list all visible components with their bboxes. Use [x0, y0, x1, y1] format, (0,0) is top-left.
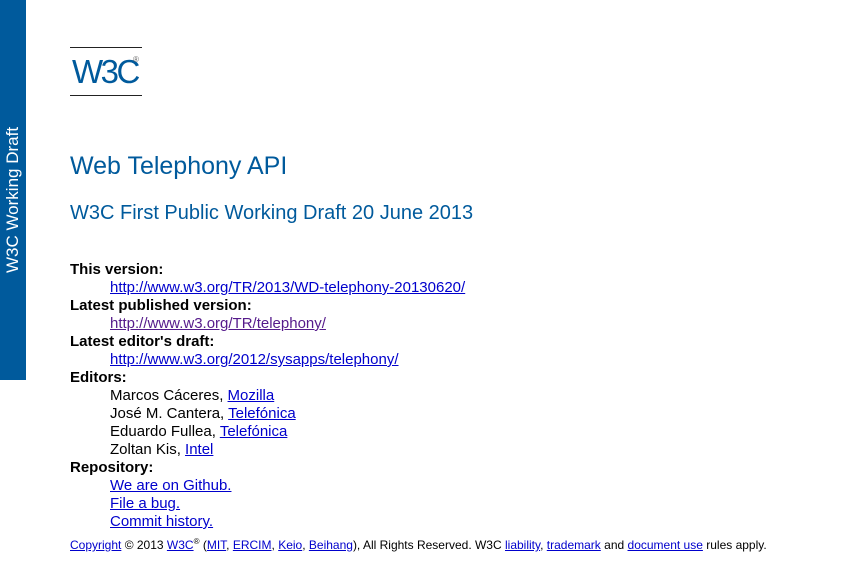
w3c-logo[interactable]: W3C ® — [70, 47, 142, 96]
editor-entry: Zoltan Kis, Intel — [110, 441, 770, 459]
ercim-link[interactable]: ERCIM — [233, 538, 272, 552]
github-link[interactable]: We are on Github. — [110, 477, 231, 494]
editor-name: Eduardo Fullea, — [110, 423, 220, 440]
w3c-logo-text: W3C — [72, 53, 140, 90]
registered-mark: ® — [133, 55, 139, 64]
footer-text: , — [302, 538, 309, 552]
footer-text: ), All Rights Reserved. W3C — [352, 538, 505, 552]
file-bug-link[interactable]: File a bug. — [110, 495, 180, 512]
footer-text: and — [600, 538, 628, 552]
editors-label: Editors: — [70, 369, 127, 386]
status-banner-text: W3C Working Draft — [3, 126, 22, 274]
editor-name: José M. Cantera, — [110, 405, 229, 422]
editor-org-link[interactable]: Telefónica — [220, 423, 288, 440]
copyright-footer: Copyright © 2013 W3C® (MIT, ERCIM, Keio,… — [70, 537, 767, 552]
latest-published-link[interactable]: http://www.w3.org/TR/telephony/ — [110, 315, 326, 332]
page-title: Web Telephony API — [70, 152, 288, 180]
w3c-status-banner: W3C Working Draft — [0, 0, 26, 380]
commit-history-link[interactable]: Commit history. — [110, 513, 213, 530]
editor-org-link[interactable]: Mozilla — [228, 387, 275, 404]
footer-text: ( — [199, 538, 207, 552]
footer-text: , — [540, 538, 547, 552]
latest-published-label: Latest published version: — [70, 297, 252, 314]
trademark-link[interactable]: trademark — [547, 538, 601, 552]
document-use-link[interactable]: document use — [628, 538, 703, 552]
editor-entry: Eduardo Fullea, Telefónica — [110, 423, 770, 441]
editor-org-link[interactable]: Intel — [185, 441, 213, 458]
editor-name: Zoltan Kis, — [110, 441, 186, 458]
footer-text: rules apply. — [702, 538, 767, 552]
latest-draft-label: Latest editor's draft: — [70, 333, 215, 350]
w3c-link[interactable]: W3C — [167, 538, 194, 552]
editor-name: Marcos Cáceres, — [110, 387, 228, 404]
this-version-label: This version: — [70, 261, 164, 278]
editor-org-link[interactable]: Telefónica — [228, 405, 296, 422]
copyright-year: © 2013 — [121, 538, 167, 552]
this-version-link[interactable]: http://www.w3.org/TR/2013/WD-telephony-2… — [110, 279, 465, 296]
repository-label: Repository: — [70, 459, 154, 476]
footer-text: , — [226, 538, 233, 552]
keio-link[interactable]: Keio — [278, 538, 302, 552]
document-metadata: This version: http://www.w3.org/TR/2013/… — [70, 261, 770, 531]
editor-entry: Marcos Cáceres, Mozilla — [110, 387, 770, 405]
mit-link[interactable]: MIT — [207, 538, 226, 552]
document-status-subtitle: W3C First Public Working Draft 20 June 2… — [70, 202, 474, 224]
editor-entry: José M. Cantera, Telefónica — [110, 405, 770, 423]
latest-draft-link[interactable]: http://www.w3.org/2012/sysapps/telephony… — [110, 351, 399, 368]
liability-link[interactable]: liability — [505, 538, 540, 552]
beihang-link[interactable]: Beihang — [309, 538, 353, 552]
copyright-link[interactable]: Copyright — [70, 538, 121, 552]
